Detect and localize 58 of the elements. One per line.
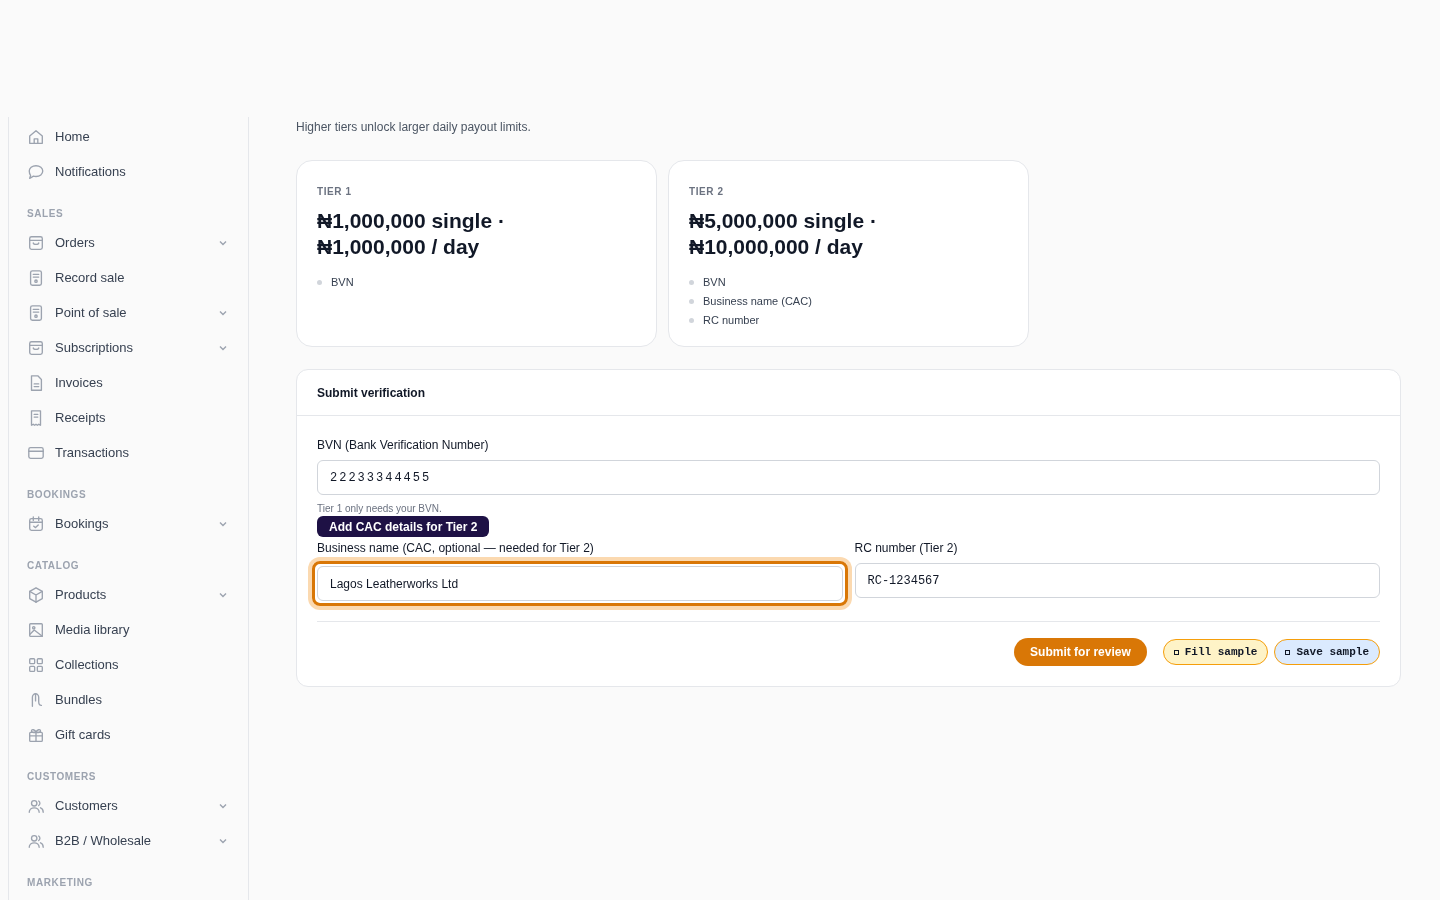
section-heading: MARKETING <box>27 876 94 889</box>
sidebar-item[interactable]: Orders <box>27 225 230 260</box>
card-title: Submit verification <box>317 384 426 402</box>
sample-button[interactable]: Save sample <box>1274 639 1380 665</box>
sidebar-item[interactable]: Transactions <box>27 435 230 470</box>
section-heading: CUSTOMERS <box>27 770 98 783</box>
requirement-text: RC number <box>703 313 760 329</box>
sidebar-item[interactable]: Notifications <box>27 154 230 189</box>
sidebar-item[interactable]: Bookings <box>27 506 230 541</box>
business-name-field[interactable]: Lagos Leatherworks Ltd <box>317 566 843 601</box>
bag-icon <box>27 233 45 252</box>
tier-name: TIER 1 <box>317 185 353 199</box>
hint-text: Tier 1 only needs your BVN. <box>317 502 443 516</box>
section-heading: SALES <box>27 207 65 220</box>
home-icon <box>27 127 45 146</box>
field-label: Business name (CAC, optional — needed for Tier 2) <box>317 540 595 557</box>
requirement-text: BVN <box>331 275 354 291</box>
image-icon <box>27 620 45 639</box>
calendar-icon <box>27 514 45 533</box>
sidebar-item[interactable]: Customers <box>27 788 230 823</box>
pos-icon <box>27 268 45 287</box>
field-label: RC number (Tier 2) <box>854 540 959 557</box>
chat-icon <box>27 162 45 181</box>
sidebar-item[interactable]: Gift cards <box>27 717 230 752</box>
intro-text: Higher tiers unlock larger daily payout limits. <box>296 119 532 136</box>
pos-icon <box>27 303 45 322</box>
sidebar-item[interactable]: Invoices <box>27 365 230 400</box>
square-icon <box>1173 649 1179 655</box>
bag-icon <box>27 338 45 357</box>
section-heading: BOOKINGS <box>27 488 88 501</box>
sidebar-item[interactable]: Bundles <box>27 682 230 717</box>
rc-number-field[interactable]: RC-1234567 <box>854 563 1380 598</box>
sidebar-item[interactable]: Media library <box>27 612 230 647</box>
square-icon <box>1285 649 1291 655</box>
box-icon <box>27 585 45 604</box>
tier-name: TIER 2 <box>689 185 725 199</box>
sample-button[interactable]: Fill sample <box>1162 639 1269 665</box>
bullet-icon <box>689 318 694 323</box>
tier-limit: ₦1,000,000 single · ₦1,000,000 / day <box>317 208 506 260</box>
sidebar-item[interactable]: Home <box>27 119 230 154</box>
bullet-icon <box>317 280 322 285</box>
sidebar-item[interactable]: Subscriptions <box>27 330 230 365</box>
sidebar-item[interactable]: B2B / Wholesale <box>27 823 230 858</box>
sidebar-item[interactable]: Collections <box>27 647 230 682</box>
sidebar-item[interactable]: Receipts <box>27 400 230 435</box>
field-label: BVN (Bank Verification Number) <box>317 437 490 454</box>
tier-limit: ₦5,000,000 single · ₦10,000,000 / day <box>689 208 878 260</box>
requirement-text: Business name (CAC) <box>703 294 812 310</box>
bullet-icon <box>689 280 694 285</box>
bvn-field[interactable]: 22233344455 <box>317 460 1380 495</box>
sidebar-item[interactable]: Point of sale <box>27 295 230 330</box>
requirement-text: BVN <box>703 275 726 291</box>
tooltip: Add CAC details for Tier 2 <box>317 516 490 537</box>
grid-icon <box>27 655 45 674</box>
sidebar-item[interactable]: Record sale <box>27 260 230 295</box>
sidebar-item[interactable]: Products <box>27 577 230 612</box>
bullet-icon <box>689 299 694 304</box>
section-heading: CATALOG <box>27 559 81 572</box>
